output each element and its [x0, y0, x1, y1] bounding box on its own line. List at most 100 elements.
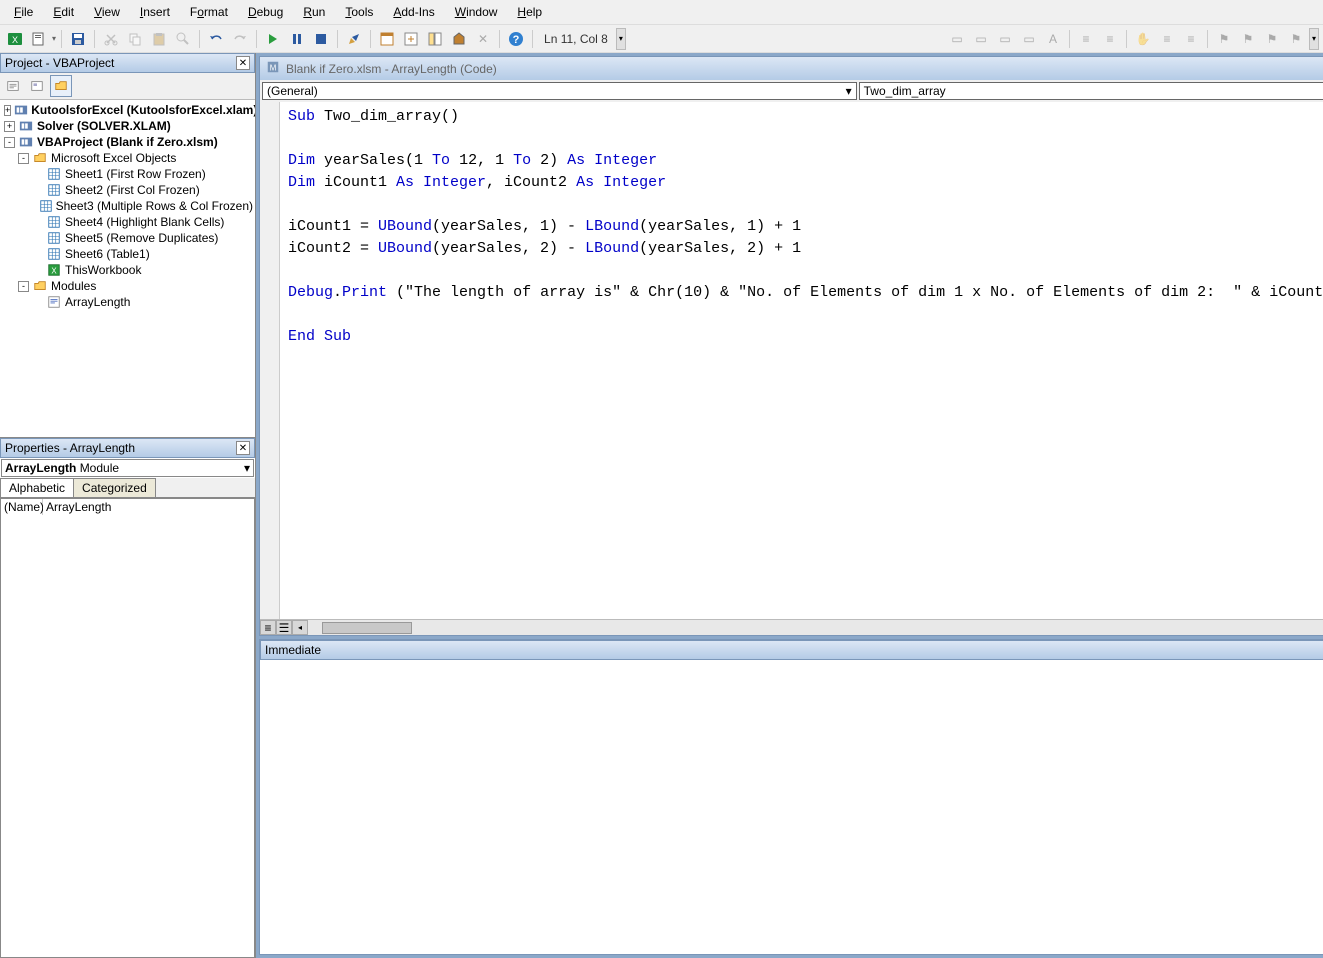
object-browser-icon[interactable] [424, 28, 446, 50]
form-icon-1[interactable]: ▭ [946, 28, 968, 50]
menu-file[interactable]: File [6, 3, 41, 21]
cut-icon[interactable] [100, 28, 122, 50]
horizontal-scrollbar[interactable]: ≡ ☰ ◂ ▸ [260, 619, 1323, 635]
code-editor[interactable]: Sub Two_dim_array() Dim yearSales(1 To 1… [280, 102, 1323, 619]
run-icon[interactable] [262, 28, 284, 50]
tree-node[interactable]: -Microsoft Excel Objects [2, 150, 253, 166]
save-icon[interactable] [67, 28, 89, 50]
menu-tools[interactable]: Tools [337, 3, 381, 21]
tree-node[interactable]: Sheet6 (Table1) [2, 246, 253, 262]
code-window: M Blank if Zero.xlsm - ArrayLength (Code… [259, 56, 1323, 636]
tree-toggle[interactable]: - [18, 281, 29, 292]
paste-icon[interactable] [148, 28, 170, 50]
tree-node[interactable]: Sheet2 (First Col Frozen) [2, 182, 253, 198]
tab-categorized[interactable]: Categorized [73, 478, 156, 497]
immediate-text[interactable] [260, 660, 1323, 954]
menubar: File Edit View Insert Format Debug Run T… [0, 0, 1323, 25]
bookmark-toggle-icon[interactable]: ⚑ [1213, 28, 1235, 50]
property-row[interactable]: (Name) ArrayLength [1, 499, 254, 515]
property-value[interactable]: ArrayLength [43, 499, 254, 515]
menu-window[interactable]: Window [447, 3, 506, 21]
tree-node[interactable]: +Solver (SOLVER.XLAM) [2, 118, 253, 134]
vba-icon [14, 103, 28, 117]
toolbar: X ▾ ✕ ? Ln 11, Col 8 ▾ ▭ ▭ ▭ ▭ A ≡ ≡ ✋ ≡… [0, 25, 1323, 53]
align-icon-2[interactable]: ≡ [1099, 28, 1121, 50]
immediate-window: Immediate ✕ ▴ ▾ [259, 639, 1323, 955]
full-module-view-icon[interactable]: ☰ [276, 620, 292, 635]
properties-tabs: Alphabetic Categorized [0, 478, 255, 498]
folder-icon [32, 279, 48, 293]
procedure-dropdown[interactable]: Two_dim_array▾ [859, 82, 1323, 100]
undo-icon[interactable] [205, 28, 227, 50]
project-tree[interactable]: +KutoolsforExcel (KutoolsforExcel.xlam)+… [0, 100, 255, 438]
scroll-left-button[interactable]: ◂ [292, 620, 308, 635]
tree-node[interactable]: Sheet1 (First Row Frozen) [2, 166, 253, 182]
properties-panel-title: Properties - ArrayLength [5, 441, 135, 455]
pause-icon[interactable] [286, 28, 308, 50]
form-icon-2[interactable]: ▭ [970, 28, 992, 50]
tree-label: KutoolsforExcel (KutoolsforExcel.xlam) [31, 103, 255, 117]
menu-run[interactable]: Run [295, 3, 333, 21]
tree-node[interactable]: Sheet4 (Highlight Blank Cells) [2, 214, 253, 230]
tree-toggle[interactable]: - [18, 153, 29, 164]
tree-toggle[interactable]: - [4, 137, 15, 148]
bookmark-next-icon[interactable]: ⚑ [1237, 28, 1259, 50]
menu-format[interactable]: Format [182, 3, 236, 21]
menu-addins[interactable]: Add-Ins [385, 3, 442, 21]
find-icon[interactable] [172, 28, 194, 50]
bookmark-prev-icon[interactable]: ⚑ [1261, 28, 1283, 50]
view-excel-icon[interactable]: X [4, 28, 26, 50]
tree-node[interactable]: Sheet3 (Multiple Rows & Col Frozen) [2, 198, 253, 214]
tree-node[interactable]: ArrayLength [2, 294, 253, 310]
tree-node[interactable]: + KutoolsforExcel (KutoolsforExcel.xlam) [2, 102, 253, 118]
tree-toggle[interactable]: + [4, 105, 11, 116]
align-icon-3[interactable]: ≡ [1156, 28, 1178, 50]
bookmark-clear-icon[interactable]: ⚑ [1285, 28, 1307, 50]
design-mode-icon[interactable] [343, 28, 365, 50]
menu-edit[interactable]: Edit [45, 3, 82, 21]
tree-node[interactable]: -VBAProject (Blank if Zero.xlsm) [2, 134, 253, 150]
insert-icon[interactable] [28, 28, 50, 50]
view-object-icon[interactable] [26, 75, 48, 97]
procedure-view-icon[interactable]: ≡ [260, 620, 276, 635]
folder-view-icon[interactable] [50, 75, 72, 97]
properties-panel-close[interactable]: ✕ [236, 441, 250, 455]
object-dropdown[interactable]: (General)▾ [262, 82, 857, 100]
toolbox-icon[interactable] [448, 28, 470, 50]
tab-order-icon[interactable]: ✕ [472, 28, 494, 50]
stop-icon[interactable] [310, 28, 332, 50]
tab-alphabetic[interactable]: Alphabetic [0, 478, 74, 497]
menu-debug[interactable]: Debug [240, 3, 291, 21]
align-icon-4[interactable]: ≡ [1180, 28, 1202, 50]
project-explorer-icon[interactable] [376, 28, 398, 50]
tree-node[interactable]: Sheet5 (Remove Duplicates) [2, 230, 253, 246]
svg-text:X: X [12, 35, 18, 45]
properties-icon[interactable] [400, 28, 422, 50]
menu-view[interactable]: View [86, 3, 128, 21]
form-icon-4[interactable]: ▭ [1018, 28, 1040, 50]
align-icon-1[interactable]: ≡ [1075, 28, 1097, 50]
immediate-header: Immediate ✕ [260, 640, 1323, 660]
hand-icon[interactable]: ✋ [1132, 28, 1154, 50]
project-toolbar [0, 73, 255, 100]
menu-help[interactable]: Help [509, 3, 550, 21]
toolbar-overflow[interactable]: ▾ [616, 28, 626, 50]
form-icon-5[interactable]: A [1042, 28, 1064, 50]
project-panel-close[interactable]: ✕ [236, 56, 250, 70]
tree-label: Modules [51, 279, 96, 293]
tree-label: ArrayLength [65, 295, 130, 309]
tree-toggle[interactable]: + [4, 121, 15, 132]
redo-icon[interactable] [229, 28, 251, 50]
tree-label: Sheet4 (Highlight Blank Cells) [65, 215, 224, 229]
help-icon[interactable]: ? [505, 28, 527, 50]
sheet-icon [46, 183, 62, 197]
tree-node[interactable]: XThisWorkbook [2, 262, 253, 278]
copy-icon[interactable] [124, 28, 146, 50]
view-code-icon[interactable] [2, 75, 24, 97]
tree-node[interactable]: - Modules [2, 278, 253, 294]
form-icon-3[interactable]: ▭ [994, 28, 1016, 50]
menu-insert[interactable]: Insert [132, 3, 178, 21]
toolbar2-overflow[interactable]: ▾ [1309, 28, 1319, 50]
properties-selector[interactable]: ArrayLength Module ▾ [1, 459, 254, 477]
scroll-thumb[interactable] [322, 622, 412, 634]
